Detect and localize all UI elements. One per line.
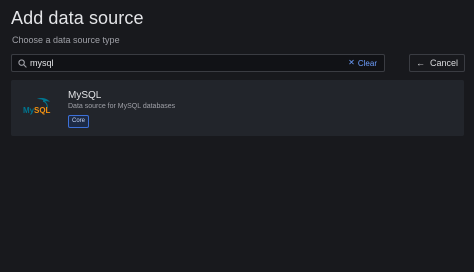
datasource-name: MySQL — [68, 90, 102, 101]
clear-button[interactable]: ✕ Clear — [348, 59, 377, 68]
page-subtitle: Choose a data source type — [12, 35, 120, 45]
datasource-card-mysql[interactable]: My SQL MySQL Data source for MySQL datab… — [11, 80, 464, 136]
close-icon: ✕ — [348, 58, 355, 67]
search-input[interactable] — [28, 56, 349, 70]
core-badge: Core — [68, 115, 90, 128]
svg-text:My: My — [23, 106, 35, 115]
cancel-label: Cancel — [429, 58, 458, 68]
search-box: ✕ Clear — [11, 54, 385, 72]
page-title: Add data source — [11, 8, 144, 28]
datasource-description: Data source for MySQL databases — [68, 103, 176, 110]
search-icon — [16, 57, 28, 69]
cancel-button[interactable]: ← Cancel — [409, 54, 465, 72]
mysql-logo: My SQL — [23, 96, 57, 118]
svg-text:SQL: SQL — [34, 106, 51, 115]
page: Add data source Choose a data source typ… — [0, 0, 474, 272]
clear-label: Clear — [357, 58, 377, 68]
arrow-left-icon: ← — [415, 57, 425, 68]
